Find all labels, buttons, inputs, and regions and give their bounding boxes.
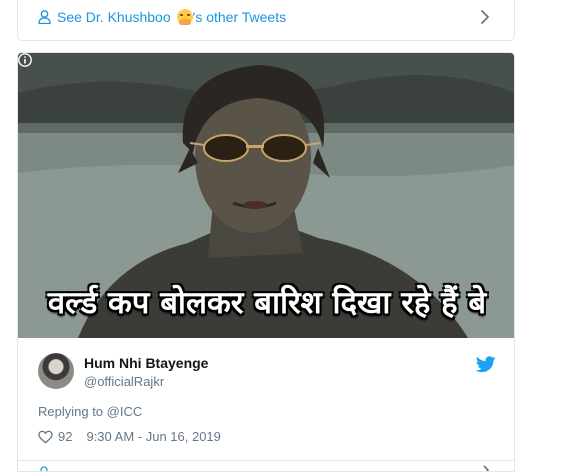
like-count[interactable]: 92 [58,429,72,444]
person-icon [38,10,51,24]
tweet-timestamp[interactable]: 9:30 AM - Jun 16, 2019 [86,429,220,444]
chevron-right-icon[interactable] [478,9,492,25]
twitter-bird-icon[interactable] [476,356,496,373]
see-other-suffix: 's other Tweets [192,9,287,25]
meme-caption: वर्ल्ड कप बोलकर बारिश दिखा रहे हैं बे [47,285,487,321]
person-icon [40,466,48,471]
avatar[interactable] [38,353,74,389]
tweet-media-image[interactable]: वर्ल्ड कप बोलकर बारिश दिखा रहे हैं बे [18,53,514,338]
embedded-tweet-card[interactable]: वर्ल्ड कप बोलकर बारिश दिखा रहे हैं बे Hu… [17,52,515,472]
info-icon[interactable] [18,53,32,67]
author-name[interactable]: Hum Nhi Btayenge [84,355,208,371]
see-other-prefix: See Dr. Khushboo [57,9,171,25]
chevron-right-icon[interactable] [480,465,492,472]
see-other-tweets-link[interactable]: See Dr. Khushboo 's other Tweets [38,9,286,25]
tweet-meta: 92 9:30 AM - Jun 16, 2019 [38,429,221,444]
tweet-author[interactable]: Hum Nhi Btayenge @officialRajkr [38,353,498,393]
heart-icon[interactable] [38,430,53,444]
author-handle[interactable]: @officialRajkr [84,374,164,389]
face-with-hand-emoji [176,9,193,25]
card-divider [18,460,514,461]
see-other-tweets-card[interactable]: See Dr. Khushboo 's other Tweets [17,0,515,41]
replying-to[interactable]: Replying to @ICC [38,404,142,419]
